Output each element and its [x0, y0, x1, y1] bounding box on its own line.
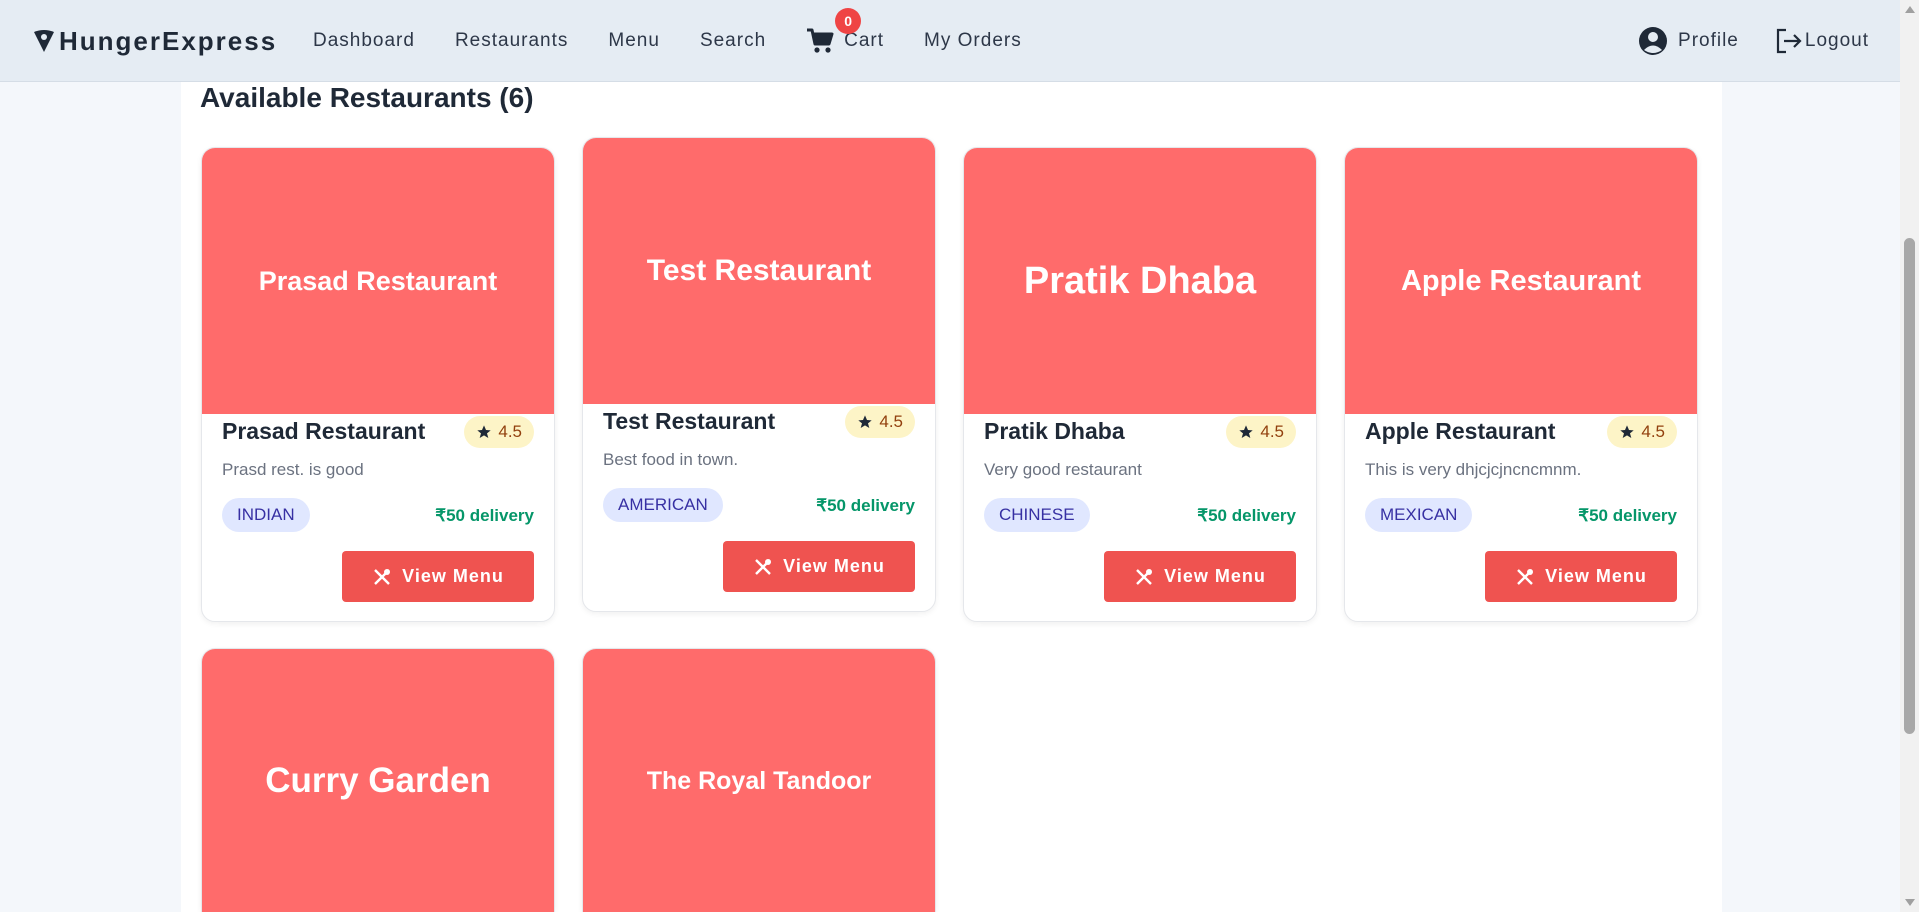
restaurant-name: Pratik Dhaba [984, 418, 1125, 444]
restaurant-description: Prasd rest. is good [222, 460, 364, 479]
utensils-icon [1517, 568, 1534, 585]
nav-my-orders[interactable]: My Orders [924, 30, 1022, 52]
nav-search[interactable]: Search [700, 30, 766, 52]
view-menu-label: View Menu [1164, 566, 1266, 586]
nav-links: Dashboard Restaurants Menu Search 0 Cart… [313, 0, 1062, 82]
star-icon [1239, 425, 1254, 438]
nav-cart[interactable]: 0 Cart [806, 8, 884, 54]
scroll-thumb[interactable] [1904, 238, 1915, 734]
restaurant-card: Curry Garden [201, 648, 555, 912]
cuisine-badge: AMERICAN [603, 488, 723, 522]
cuisine-badge: MEXICAN [1365, 498, 1473, 532]
restaurant-card: Pratik Dhaba Pratik Dhaba 4.5 Very good … [963, 147, 1317, 622]
delivery-fee: ₹50 delivery [1197, 506, 1296, 525]
cuisine-badge: INDIAN [222, 498, 310, 532]
brand[interactable]: HungerExpress [33, 0, 277, 82]
profile-link[interactable]: Profile [1638, 26, 1739, 56]
view-menu-button[interactable]: View Menu [1485, 551, 1677, 602]
logout-icon [1776, 28, 1802, 54]
delivery-fee: ₹50 delivery [435, 506, 534, 525]
view-menu-button[interactable]: View Menu [342, 551, 534, 602]
view-menu-label: View Menu [402, 566, 504, 586]
user-circle-icon [1639, 27, 1668, 55]
restaurant-card: Prasad Restaurant Prasad Restaurant 4.5 … [201, 147, 555, 622]
cart-count-badge: 0 [835, 8, 862, 34]
brand-name: HungerExpress [59, 25, 278, 56]
star-icon [858, 415, 873, 428]
restaurant-name: Prasad Restaurant [222, 418, 426, 444]
restaurant-card: Apple Restaurant Apple Restaurant 4.5 Th… [1344, 147, 1698, 622]
rating-value: 4.5 [879, 412, 903, 431]
restaurant-name: Apple Restaurant [1365, 418, 1556, 444]
star-icon [1620, 425, 1635, 438]
restaurant-description: Very good restaurant [984, 460, 1142, 479]
restaurant-description: Best food in town. [603, 450, 739, 469]
page-scrollbar[interactable] [1900, 0, 1919, 912]
view-menu-button[interactable]: View Menu [723, 541, 915, 592]
rating-badge: 4.5 [1607, 416, 1677, 448]
profile-label: Profile [1678, 30, 1739, 51]
restaurant-description: This is very dhjcjcjncncmnm. [1365, 460, 1582, 479]
star-icon [477, 425, 492, 438]
scroll-down-arrow-icon[interactable] [1905, 899, 1915, 906]
utensils-icon [755, 558, 772, 575]
pizza-icon [34, 30, 54, 52]
view-menu-button[interactable]: View Menu [1104, 551, 1296, 602]
delivery-fee: ₹50 delivery [816, 496, 915, 515]
view-menu-label: View Menu [783, 556, 885, 576]
nav-dashboard[interactable]: Dashboard [313, 30, 415, 52]
nav-menu[interactable]: Menu [608, 30, 660, 52]
section-title: Available Restaurants (6) [200, 82, 534, 113]
utensils-icon [374, 568, 391, 585]
cart-icon [807, 28, 834, 53]
cuisine-badge: CHINESE [984, 498, 1090, 532]
utensils-icon [1136, 568, 1153, 585]
nav-right: Profile Logout [1638, 0, 1900, 82]
nav-restaurants[interactable]: Restaurants [455, 30, 568, 52]
rating-badge: 4.5 [1226, 416, 1296, 448]
rating-badge: 4.5 [464, 416, 534, 448]
rating-value: 4.5 [1260, 422, 1284, 441]
restaurant-image: The Royal Tandoor [583, 649, 935, 912]
logout-label: Logout [1804, 30, 1869, 51]
restaurant-image: Test Restaurant [583, 138, 935, 404]
restaurant-card: Test Restaurant Test Restaurant 4.5 Best… [582, 137, 936, 612]
view-menu-label: View Menu [1545, 566, 1647, 586]
restaurant-card: The Royal Tandoor [582, 648, 936, 912]
restaurant-image: Apple Restaurant [1345, 148, 1697, 414]
navbar: HungerExpress Dashboard Restaurants Menu… [0, 0, 1900, 82]
scroll-up-arrow-icon[interactable] [1905, 6, 1915, 13]
restaurant-image: Curry Garden [202, 649, 554, 912]
rating-value: 4.5 [498, 422, 522, 441]
restaurant-name: Test Restaurant [603, 408, 776, 434]
restaurant-image: Pratik Dhaba [964, 148, 1316, 414]
restaurant-image: Prasad Restaurant [202, 148, 554, 414]
rating-badge: 4.5 [845, 406, 915, 438]
rating-value: 4.5 [1641, 422, 1665, 441]
logout-link[interactable]: Logout [1775, 28, 1869, 54]
delivery-fee: ₹50 delivery [1578, 506, 1677, 525]
